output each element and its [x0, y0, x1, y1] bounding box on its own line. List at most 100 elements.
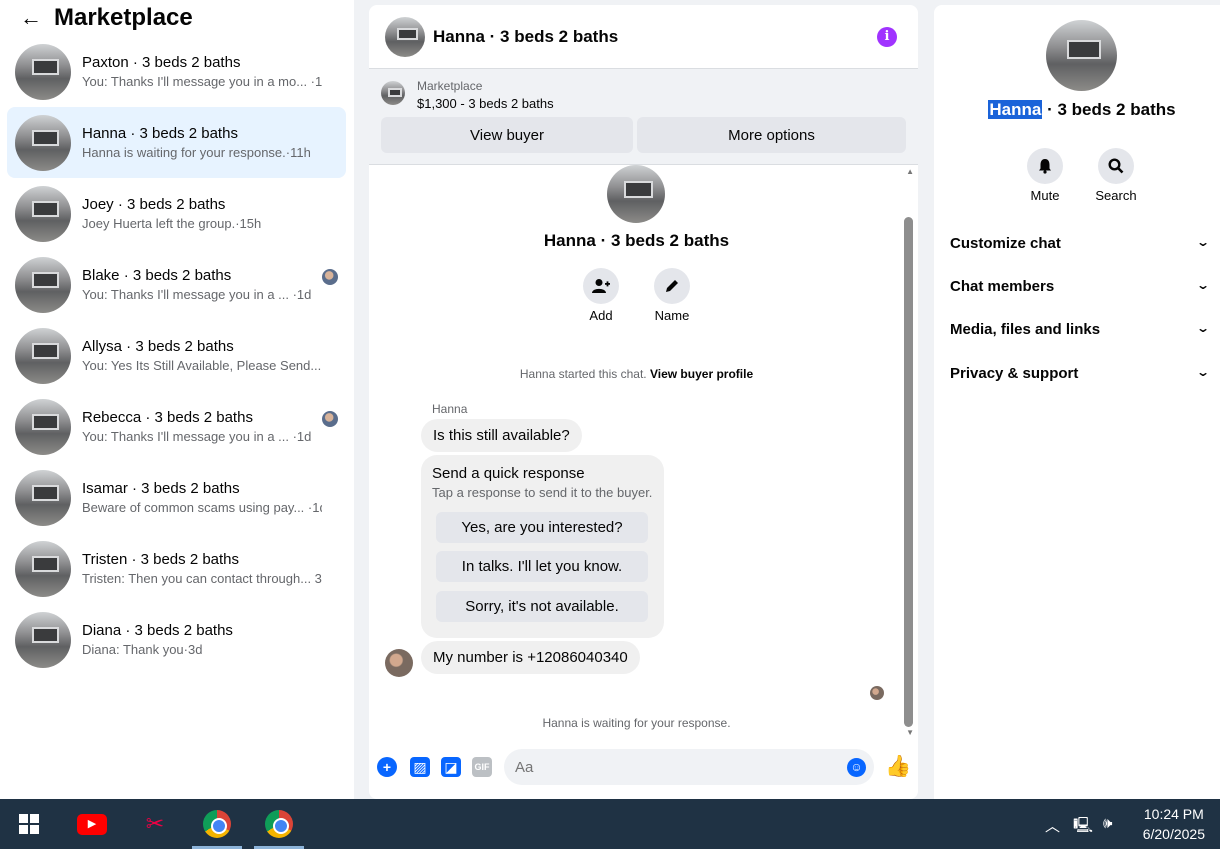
conversation-preview: You: Thanks I'll message you in a ... ·1… [82, 429, 312, 444]
search-icon[interactable] [1098, 148, 1134, 184]
section-label: Customize chat [950, 235, 1061, 252]
sender-name: Hanna [432, 402, 468, 416]
listing-price[interactable]: $1,300 - 3 beds 2 baths [417, 96, 554, 111]
conversation-name: Allysa · 3 beds 2 baths [82, 338, 234, 355]
pencil-icon[interactable] [654, 268, 690, 304]
emoji-icon[interactable]: ☺ [847, 758, 866, 777]
chrome-icon[interactable] [192, 799, 242, 849]
seen-avatar [870, 686, 884, 700]
listing-thumbnail [15, 114, 71, 171]
chat-details-name: Hanna · 3 beds 2 baths [934, 100, 1220, 120]
scroll-down-arrow-icon[interactable]: ▼ [906, 728, 914, 737]
listing-thumbnail[interactable] [381, 81, 405, 105]
image-icon[interactable]: ▨ [410, 757, 430, 777]
more-options-button[interactable]: More options [637, 117, 906, 153]
bell-icon[interactable] [1027, 148, 1063, 184]
customize-chat-section[interactable]: Customize chat ⌄ [950, 235, 1211, 252]
section-label: Media, files and links [950, 321, 1101, 338]
chat-intro-avatar [607, 165, 665, 223]
windows-start-icon[interactable] [4, 799, 54, 849]
gif-icon[interactable]: GIF [472, 757, 492, 777]
chat-intro-name: Hanna · 3 beds 2 baths [543, 231, 730, 250]
conversation-name: Hanna · 3 beds 2 baths [82, 125, 238, 142]
quick-response-in-talks-button[interactable]: In talks. I'll let you know. [436, 551, 648, 582]
message-input[interactable] [504, 749, 874, 785]
plus-icon[interactable]: + [377, 757, 397, 777]
read-receipt-avatar [322, 411, 338, 427]
conversation-name: Diana · 3 beds 2 baths [82, 622, 233, 639]
privacy-support-section[interactable]: Privacy & support ⌄ [950, 365, 1211, 382]
chat-members-section[interactable]: Chat members ⌄ [950, 278, 1211, 295]
conversation-item[interactable]: Joey · 3 beds 2 baths Joey Huerta left th… [7, 178, 346, 249]
scrollbar-thumb[interactable] [904, 217, 913, 727]
conversation-name: Joey · 3 beds 2 baths [82, 196, 226, 213]
chat-title[interactable]: Hanna · 3 beds 2 baths [433, 27, 618, 47]
clock-date: 6/20/2025 [1142, 826, 1205, 842]
conversation-preview: Hanna is waiting for your response.·11h [82, 145, 311, 160]
conversation-item[interactable]: Allysa · 3 beds 2 baths You: Yes Its Stil… [7, 320, 346, 391]
search-label: Search [1095, 188, 1137, 203]
message-list: ▲ ▼ Hanna · 3 beds 2 baths Add Name Hann… [369, 165, 918, 739]
chat-details-avatar [1046, 20, 1117, 91]
conversation-preview: You: Thanks I'll message you in a mo... … [82, 74, 322, 89]
view-buyer-button[interactable]: View buyer [381, 117, 633, 153]
back-arrow-icon[interactable]: ← [20, 5, 54, 31]
listing-thumbnail [15, 611, 71, 668]
conversation-preview: You: Thanks I'll message you in a ... ·1… [82, 287, 312, 302]
chat-details-panel: Hanna · 3 beds 2 baths Mute Search Custo… [934, 5, 1220, 799]
conversation-name: Tristen · 3 beds 2 baths [82, 551, 240, 568]
conversation-item[interactable]: Isamar · 3 beds 2 baths Beware of common … [7, 462, 346, 533]
conversation-sidebar: ← Marketplace Paxton · 3 beds 2 baths You… [0, 0, 354, 799]
quick-response-card: Send a quick response Tap a response to … [421, 455, 664, 638]
system-clock[interactable]: 10:24 PM 6/20/2025 [1143, 804, 1205, 844]
read-receipt-avatar [322, 269, 338, 285]
section-label: Chat members [950, 278, 1055, 295]
message-composer: + ▨ ◪ GIF ☺ 👍 [369, 739, 918, 799]
listing-thumbnail [15, 256, 71, 313]
message-bubble: My number is +12086040340 [421, 641, 640, 674]
listing-thumbnail [15, 469, 71, 526]
youtube-icon[interactable]: ▶ [67, 799, 117, 849]
chevron-down-icon: ⌄ [1195, 321, 1211, 335]
name-highlight: Hanna [988, 100, 1043, 119]
sticker-icon[interactable]: ◪ [441, 757, 461, 777]
name-label: Name [654, 308, 690, 323]
conversation-preview: Beware of common scams using pay... ·1d [82, 500, 322, 515]
conversation-item[interactable]: Paxton · 3 beds 2 baths You: Thanks I'll … [7, 36, 346, 107]
conversation-preview: Joey Huerta left the group.·15h [82, 216, 262, 231]
section-label: Privacy & support [950, 365, 1079, 382]
add-label: Add [589, 308, 613, 323]
listing-thumbnail [15, 185, 71, 242]
conversation-item[interactable]: Blake · 3 beds 2 baths You: Thanks I'll m… [7, 249, 346, 320]
scroll-up-arrow-icon[interactable]: ▲ [906, 167, 914, 176]
quick-response-interested-button[interactable]: Yes, are you interested? [436, 512, 648, 543]
chevron-up-icon[interactable]: ︿ [1045, 815, 1060, 836]
sidebar-header: ← Marketplace [0, 0, 354, 36]
conversation-name: Paxton · 3 beds 2 baths [82, 54, 241, 71]
chevron-down-icon: ⌄ [1195, 365, 1211, 379]
thumbs-up-icon[interactable]: 👍 [885, 755, 911, 779]
conversation-preview: You: Yes Its Still Available, Please Sen… [82, 358, 322, 373]
quick-response-title: Send a quick response [432, 465, 585, 482]
conversation-item-active[interactable]: Hanna · 3 beds 2 baths Hanna is waiting f… [7, 107, 346, 178]
conversation-name: Rebecca · 3 beds 2 baths [82, 409, 253, 426]
chat-panel: Hanna · 3 beds 2 baths i Marketplace $1,… [369, 5, 918, 799]
chevron-down-icon: ⌄ [1195, 278, 1211, 292]
chat-started-notice: Hanna started this chat. View buyer prof… [369, 367, 904, 381]
conversation-item[interactable]: Rebecca · 3 beds 2 baths You: Thanks I'll… [7, 391, 346, 462]
chat-avatar[interactable] [385, 16, 425, 57]
quick-response-not-available-button[interactable]: Sorry, it's not available. [436, 591, 648, 622]
add-person-icon[interactable] [583, 268, 619, 304]
info-icon[interactable]: i [877, 27, 897, 47]
chrome-profile-icon[interactable] [254, 799, 304, 849]
media-files-links-section[interactable]: Media, files and links ⌄ [950, 321, 1211, 338]
volume-icon[interactable]: 🕪 [1103, 815, 1112, 832]
conversation-item[interactable]: Diana · 3 beds 2 baths Diana: Thank you·3… [7, 604, 346, 675]
snipping-tool-icon[interactable]: ✂ [130, 799, 180, 849]
network-icon[interactable]: 🖳 [1073, 815, 1093, 840]
view-buyer-profile-link[interactable]: View buyer profile [650, 367, 753, 381]
sender-avatar[interactable] [385, 649, 413, 677]
conversation-item[interactable]: Tristen · 3 beds 2 baths Tristen: Then yo… [7, 533, 346, 604]
taskbar: ▶ ✂ ︿ 🖳 🕪 10:24 PM 6/20/2025 [0, 799, 1220, 849]
chevron-down-icon: ⌄ [1195, 235, 1211, 249]
